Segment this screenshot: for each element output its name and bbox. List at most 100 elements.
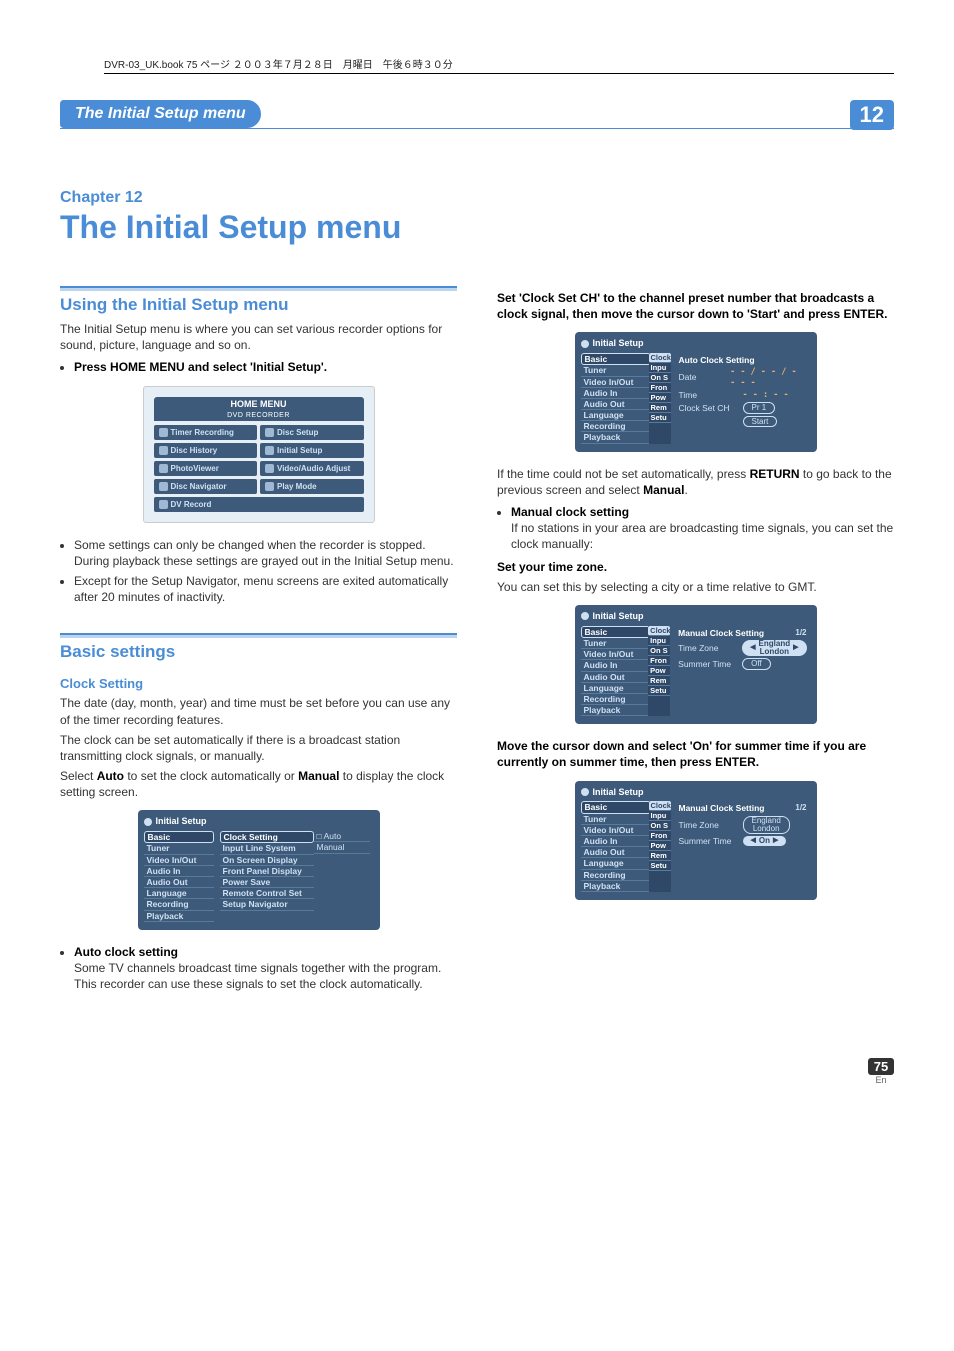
page-lang: En [868, 1075, 894, 1085]
crop-header-line: DVR-03_UK.book 75 ページ ２００３年７月２８日 月曜日 午後６… [104, 56, 894, 74]
osd-icon [144, 818, 152, 826]
osd-manual-clock-off: Initial Setup BasicTunerVideo In/OutAudi… [575, 605, 817, 724]
osd-list-item: Audio Out [581, 399, 651, 410]
osd-list-item: Basic [581, 626, 651, 638]
header-rule [60, 128, 894, 129]
osd-list-item: Inpu [648, 636, 670, 646]
osd-list-item: Video In/Out [581, 377, 651, 388]
osd-list-item: Recording [144, 899, 214, 910]
osd-list-item: Audio In [581, 388, 651, 399]
osd-list-item: Audio Out [581, 847, 651, 858]
osd-list-item: Language [144, 888, 214, 899]
right-lead: Set 'Clock Set CH' to the channel preset… [497, 290, 894, 322]
home-menu-tile: Disc Setup [260, 425, 364, 440]
manual-clock-bullet: Manual clock setting If no stations in y… [511, 504, 894, 553]
osd-icon [581, 340, 589, 348]
tile-icon [159, 500, 168, 509]
osd-list-item: Clock [649, 801, 671, 811]
section-rule [60, 286, 457, 291]
chevron-left-icon: ◀ [750, 644, 755, 652]
osd-list-item: Clock Setting [220, 831, 314, 843]
osd-list-item: On S [649, 373, 671, 383]
auto-clock-bullet: Auto clock setting Some TV channels broa… [74, 944, 457, 993]
osd-list-item: Clock [649, 353, 671, 363]
osd-list-item: Video In/Out [144, 855, 214, 866]
osd-list-item: Audio In [581, 660, 651, 671]
osd-list-item: On S [648, 646, 670, 656]
home-menu-tile: PhotoViewer [154, 461, 258, 476]
osd-list-item: On Screen Display [220, 855, 314, 866]
tile-icon [159, 446, 168, 455]
osd-list-item: Basic [581, 353, 651, 365]
osd-list-item: Basic [144, 831, 214, 843]
home-menu-tile: Disc History [154, 443, 258, 458]
osd-list-item: Pow [649, 841, 671, 851]
osd-list-item: Audio Out [581, 672, 651, 683]
page-number-box: 75 En [868, 1058, 894, 1085]
left-column: Using the Initial Setup menu The Initial… [60, 286, 457, 998]
osd-list-item: Inpu [649, 363, 671, 373]
osd-clock-setting-list: Initial Setup BasicTunerVideo In/OutAudi… [138, 810, 380, 929]
osd-list-item: Clock [648, 626, 670, 636]
home-menu-tile: Play Mode [260, 479, 364, 494]
osd-list-item: Audio In [144, 866, 214, 877]
right-column: Set 'Clock Set CH' to the channel preset… [497, 286, 894, 998]
sec1-p1: The Initial Setup menu is where you can … [60, 321, 457, 353]
tile-icon [159, 482, 168, 491]
chapter-title: The Initial Setup menu [60, 209, 894, 246]
osd-list-item: Playback [144, 911, 214, 922]
osd-list-item: Power Save [220, 877, 314, 888]
tile-icon [265, 482, 274, 491]
osd-list-item: Tuner [581, 814, 651, 825]
osd-icon [581, 788, 589, 796]
osd-auto-clock: Initial Setup BasicTunerVideo In/OutAudi… [575, 332, 817, 451]
osd-option: Auto [314, 831, 370, 842]
osd-list-item: Fron [649, 383, 671, 393]
osd-list-item: Recording [581, 421, 651, 432]
chapter-label: Chapter 12 [60, 189, 894, 207]
sec1-bullet-press: Press HOME MENU and select 'Initial Setu… [74, 359, 457, 375]
osd-list-item: Pow [648, 666, 670, 676]
home-menu-tile: Disc Navigator [154, 479, 258, 494]
osd-list-item: Audio In [581, 836, 651, 847]
osd-list-item: Setu [649, 413, 671, 423]
osd-list-item: Video In/Out [581, 825, 651, 836]
summer-time-value: ◀On▶ [743, 836, 787, 846]
home-menu-tile: DV Record [154, 497, 364, 512]
section-head-basic: Basic settings [60, 642, 457, 662]
home-menu-tile: Initial Setup [260, 443, 364, 458]
osd-list-item: Front Panel Display [220, 866, 314, 877]
osd-list-item: Recording [581, 870, 651, 881]
osd-list-item: Rem [649, 403, 671, 413]
sec2-p1: The date (day, month, year) and time mus… [60, 695, 457, 727]
page-header: The Initial Setup menu 12 [60, 100, 894, 130]
osd-list-item: Remote Control Set [220, 888, 314, 899]
home-menu-title: HOME MENU DVD RECORDER [154, 397, 364, 421]
home-menu-tile: Timer Recording [154, 425, 258, 440]
osd-list-item: Rem [649, 851, 671, 861]
tile-icon [159, 464, 168, 473]
osd-list-item: Input Line System [220, 843, 314, 854]
osd-list-item: Recording [581, 694, 651, 705]
right-return-p: If the time could not be set automatical… [497, 466, 894, 498]
header-title: The Initial Setup menu [60, 100, 261, 128]
tile-icon [265, 446, 274, 455]
timezone-value: ◀England London▶ [742, 640, 806, 656]
osd-list-item: Rem [648, 676, 670, 686]
osd-list-item: Playback [581, 881, 651, 892]
sec2-p3: Select Auto to set the clock automatical… [60, 768, 457, 800]
tile-icon [265, 464, 274, 473]
osd-list-item: Language [581, 858, 651, 869]
chevron-right-icon: ▶ [773, 837, 778, 845]
osd-list-item: Setup Navigator [220, 899, 314, 910]
tz-p: You can set this by selecting a city or … [497, 579, 894, 595]
osd-list-item: Language [581, 410, 651, 421]
osd-list-item: Setu [648, 686, 670, 696]
osd-icon [581, 612, 589, 620]
osd-manual-clock-on: Initial Setup BasicTunerVideo In/OutAudi… [575, 781, 817, 900]
subhead-clock-setting: Clock Setting [60, 676, 457, 691]
osd-list-item: Fron [648, 656, 670, 666]
osd-list-item: Tuner [144, 843, 214, 854]
osd-list-item: Setu [649, 861, 671, 871]
osd-list-item: Inpu [649, 811, 671, 821]
